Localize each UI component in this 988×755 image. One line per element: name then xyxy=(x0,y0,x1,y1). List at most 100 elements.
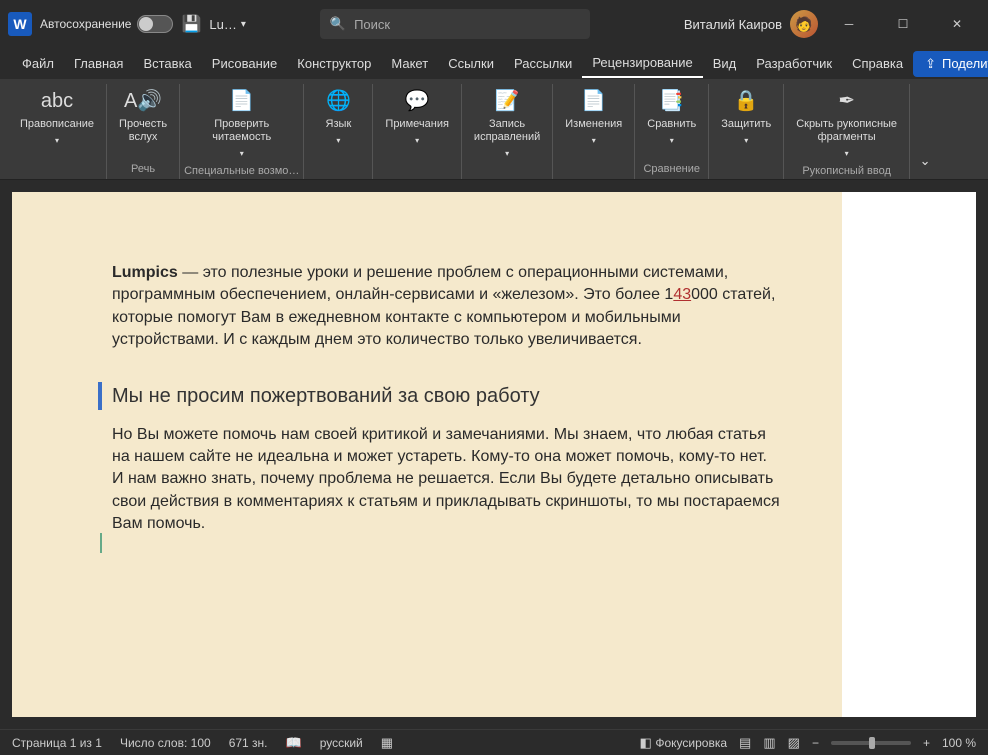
ribbon: abcПравописание▾ A🔊ПрочестьвслухРечь📄Про… xyxy=(0,80,988,180)
autosave-toggle[interactable] xyxy=(137,15,173,33)
ribbon-group: A🔊 Прочестьвслух Речь xyxy=(107,84,180,179)
zoom-slider[interactable] xyxy=(831,741,911,745)
ribbon-label: Сравнить xyxy=(647,118,696,131)
chevron-down-icon: ▾ xyxy=(55,136,59,146)
ribbon-button[interactable]: 🌐 Язык ▾ xyxy=(308,84,368,150)
zoom-out[interactable]: − xyxy=(812,736,819,750)
chevron-down-icon: ▾ xyxy=(744,136,748,146)
ribbon-button[interactable]: 📝Записьисправлений▾ xyxy=(466,84,548,163)
minimize-button[interactable]: ─ xyxy=(826,8,872,40)
tab-view[interactable]: Вид xyxy=(703,50,747,77)
ribbon-group-title: Рукописный ввод xyxy=(802,163,891,179)
status-page[interactable]: Страница 1 из 1 xyxy=(12,736,102,750)
ribbon-icon: 🔒 xyxy=(734,88,759,114)
chevron-down-icon: ▾ xyxy=(592,136,596,146)
chevron-down-icon: ▾ xyxy=(845,149,849,159)
ribbon-icon: 🌐 xyxy=(326,88,351,114)
document-page[interactable]: Lumpics — это полезные уроки и решение п… xyxy=(12,192,842,717)
ribbon-button[interactable]: abcПравописание▾ xyxy=(12,84,102,150)
status-words[interactable]: Число слов: 100 xyxy=(120,736,211,750)
paragraph-1[interactable]: Lumpics — это полезные уроки и решение п… xyxy=(112,262,782,352)
view-read-icon[interactable]: ▤ xyxy=(739,735,751,751)
page-right-margin xyxy=(842,192,976,717)
user-account[interactable]: Виталий Каиров 🧑 xyxy=(684,10,818,38)
ribbon-group: ✒ Скрыть рукописныефрагменты ▾ Рукописный в… xyxy=(784,84,910,179)
tab-mailings[interactable]: Рассылки xyxy=(504,50,582,77)
share-button[interactable]: ⇪ Поделиться xyxy=(913,51,988,77)
ribbon-button[interactable]: 🔒 Защитить ▾ xyxy=(713,84,779,150)
ribbon-group-title xyxy=(337,161,340,179)
ribbon-label: Правописание xyxy=(20,118,94,131)
tab-insert[interactable]: Вставка xyxy=(133,50,201,77)
ribbon-button[interactable]: 📑 Сравнить ▾ xyxy=(639,84,704,150)
tracked-change[interactable]: 43 xyxy=(673,286,691,303)
tab-design[interactable]: Конструктор xyxy=(287,50,381,77)
chevron-down-icon: ▾ xyxy=(415,136,419,146)
chevron-down-icon: ▾ xyxy=(336,136,340,146)
tab-references[interactable]: Ссылки xyxy=(438,50,504,77)
zoom-level[interactable]: 100 % xyxy=(942,736,976,750)
ribbon-group-title xyxy=(745,161,748,179)
book-icon[interactable]: 📖 xyxy=(286,735,302,751)
ribbon-label: Скрыть рукописныефрагменты xyxy=(796,118,897,144)
ribbon-button[interactable]: 📄Проверитьчитаемость▾ xyxy=(204,84,279,163)
status-language[interactable]: русский xyxy=(320,736,363,750)
ribbon-label: Защитить xyxy=(721,118,771,131)
zoom-in[interactable]: + xyxy=(923,736,930,750)
ribbon-icon: 📝 xyxy=(495,88,520,114)
view-web-icon[interactable]: ▨ xyxy=(788,735,800,751)
tab-developer[interactable]: Разработчик xyxy=(746,50,842,77)
search-icon: 🔍 xyxy=(330,16,346,32)
titlebar: W Автосохранение 💾 Lu… ▾ 🔍 Поиск Виталий… xyxy=(0,0,988,48)
ribbon-group-title xyxy=(506,163,509,179)
ribbon-group-title xyxy=(416,161,419,179)
ribbon-label: Изменения xyxy=(565,118,622,131)
ribbon-group-title: Речь xyxy=(131,161,155,179)
chevron-down-icon: ▾ xyxy=(670,136,674,146)
avatar[interactable]: 🧑 xyxy=(790,10,818,38)
ribbon-label: Прочестьвслух xyxy=(119,118,167,144)
paragraph-2[interactable]: Но Вы можете помочь нам своей критикой и… xyxy=(112,424,782,536)
save-icon[interactable]: 💾 xyxy=(181,14,201,34)
tab-review[interactable]: Рецензирование xyxy=(582,49,702,78)
view-print-icon[interactable]: ▥ xyxy=(763,735,775,751)
ribbon-label: Язык xyxy=(326,118,352,131)
tab-file[interactable]: Файл xyxy=(12,50,64,77)
document-name[interactable]: Lu… ▾ xyxy=(209,17,246,32)
ribbon-tabs: Файл Главная Вставка Рисование Конструкт… xyxy=(0,48,988,80)
focus-mode[interactable]: ◧ Фокусировка xyxy=(639,735,727,751)
status-bar: Страница 1 из 1 Число слов: 100 671 зн. … xyxy=(0,729,988,755)
close-button[interactable]: ✕ xyxy=(934,8,980,40)
chevron-down-icon: ▾ xyxy=(240,149,244,159)
ribbon-icon: A🔊 xyxy=(124,88,162,114)
autosave-control[interactable]: Автосохранение xyxy=(40,15,173,33)
search-input[interactable]: 🔍 Поиск xyxy=(320,9,590,39)
ribbon-group: 📑Сравнить▾Сравнение xyxy=(635,84,709,179)
word-app-icon[interactable]: W xyxy=(8,12,32,36)
ribbon-group: 🔒 Защитить ▾ xyxy=(709,84,784,179)
share-icon: ⇪ xyxy=(925,56,936,72)
ribbon-icon: ✒ xyxy=(838,88,855,114)
ribbon-group: 💬Примечания▾ xyxy=(373,84,462,179)
ribbon-group-title xyxy=(592,161,595,179)
tab-home[interactable]: Главная xyxy=(64,50,133,77)
ribbon-icon: 📑 xyxy=(659,88,684,114)
macro-icon[interactable]: ▦ xyxy=(381,735,393,751)
maximize-button[interactable]: ☐ xyxy=(880,8,926,40)
ribbon-label: Примечания xyxy=(385,118,449,131)
tab-draw[interactable]: Рисование xyxy=(202,50,287,77)
ribbon-collapse[interactable]: ⌄ xyxy=(910,84,940,179)
tab-layout[interactable]: Макет xyxy=(381,50,438,77)
status-chars[interactable]: 671 зн. xyxy=(229,736,268,750)
ribbon-group: 📝Записьисправлений▾ xyxy=(462,84,553,179)
ribbon-button[interactable]: A🔊 Прочестьвслух xyxy=(111,84,175,148)
heading-2[interactable]: Мы не просим пожертвований за свою работ… xyxy=(98,382,782,410)
ribbon-button[interactable]: 📄Изменения▾ xyxy=(557,84,630,150)
ribbon-group-title: Специальные возмо… xyxy=(184,163,299,179)
tab-help[interactable]: Справка xyxy=(842,50,913,77)
ribbon-group: 🌐 Язык ▾ xyxy=(304,84,373,179)
ribbon-icon: 📄 xyxy=(229,88,254,114)
revision-mark[interactable] xyxy=(100,533,102,553)
ribbon-button[interactable]: 💬Примечания▾ xyxy=(377,84,457,150)
ribbon-button[interactable]: ✒ Скрыть рукописныефрагменты ▾ xyxy=(788,84,905,163)
